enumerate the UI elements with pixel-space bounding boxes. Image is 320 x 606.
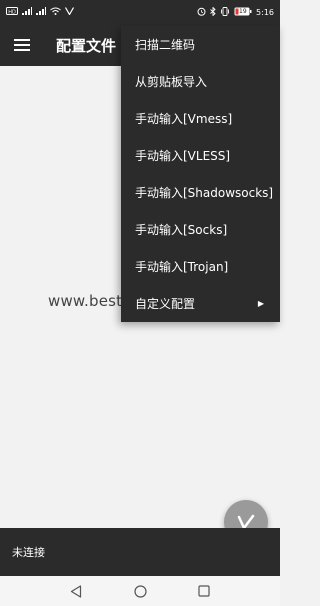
back-button[interactable] [68,583,84,599]
menu-item-manual-trojan[interactable]: 手动输入[Trojan] [121,248,280,285]
status-left-icons: HD [6,7,75,17]
status-right-icons: 19 5:16 [197,5,274,18]
menu-item-label: 手动输入[Shadowsocks] [135,186,274,200]
hd-icon: HD [6,7,18,17]
menu-item-label: 手动输入[Vmess] [135,112,233,126]
menu-item-custom-config[interactable]: 自定义配置 ▶ [121,285,280,322]
recents-button[interactable] [196,583,212,599]
menu-item-label: 从剪贴板导入 [135,75,208,89]
submenu-arrow-icon: ▶ [257,299,264,308]
menu-item-scan-qr[interactable]: 扫描二维码 [121,26,280,63]
vpn-icon [64,7,75,17]
back-triangle-icon [70,584,82,598]
connection-status-text: 未连接 [12,546,45,559]
battery-level: 19 [239,7,247,15]
home-button[interactable] [132,583,148,599]
system-nav-bar [0,576,280,606]
menu-item-label: 自定义配置 [135,297,196,311]
home-circle-icon [133,584,147,598]
menu-item-label: 手动输入[VLESS] [135,149,231,163]
alarm-icon [197,7,206,18]
signal-icon [22,7,32,17]
status-time: 5:16 [256,7,274,17]
nav-drawer-button[interactable] [0,24,44,66]
page-title: 配置文件 [56,36,117,55]
menu-item-label: 手动输入[Trojan] [135,260,229,274]
hamburger-icon [14,39,30,51]
menu-item-manual-shadowsocks[interactable]: 手动输入[Shadowsocks] [121,174,280,211]
vibrate-icon [220,6,230,18]
menu-item-label: 扫描二维码 [135,38,196,52]
menu-item-manual-socks[interactable]: 手动输入[Socks] [121,211,280,248]
menu-item-manual-vmess[interactable]: 手动输入[Vmess] [121,100,280,137]
connection-status-bar[interactable]: 未连接 [0,528,280,576]
wifi-icon [50,7,61,17]
menu-item-import-clipboard[interactable]: 从剪贴板导入 [121,63,280,100]
svg-text:HD: HD [8,9,16,15]
signal-icon [36,7,46,17]
bluetooth-icon [210,5,216,18]
battery-icon: 19 [234,7,252,18]
recents-square-icon [198,585,210,597]
menu-item-manual-vless[interactable]: 手动输入[VLESS] [121,137,280,174]
menu-item-label: 手动输入[Socks] [135,223,228,237]
add-config-menu: 扫描二维码 从剪贴板导入 手动输入[Vmess] 手动输入[VLESS] 手动输… [121,26,280,322]
status-bar: HD 19 5:16 [0,0,280,24]
